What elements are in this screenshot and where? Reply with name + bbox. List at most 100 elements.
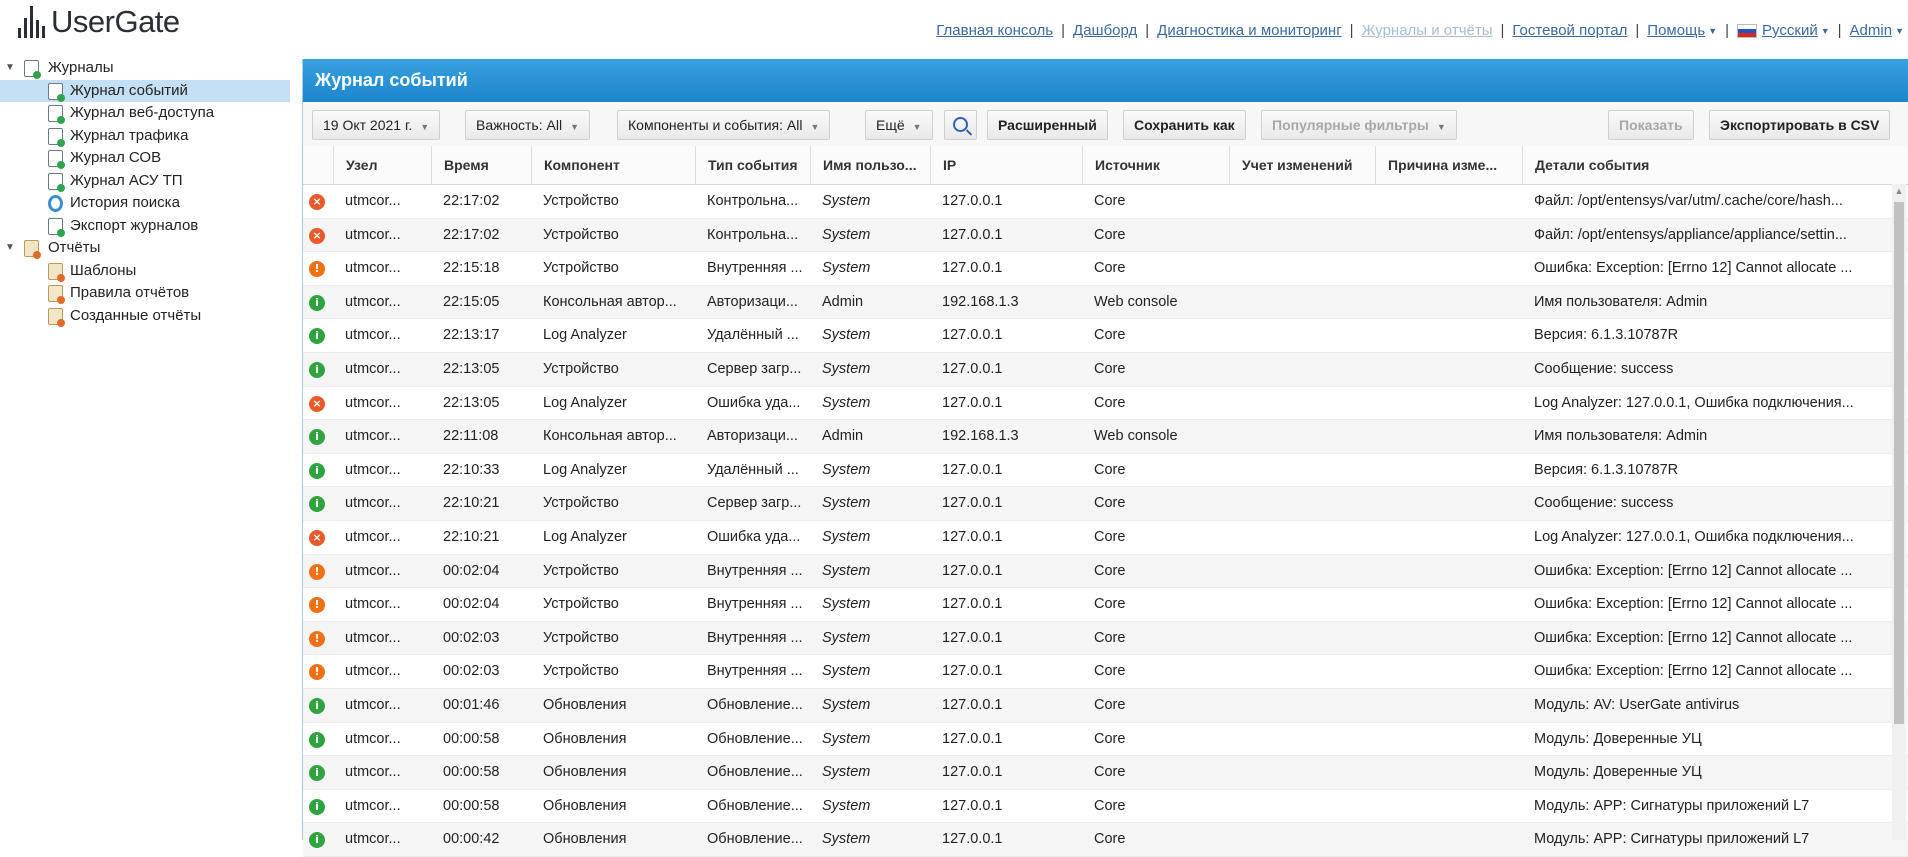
more-filters-button[interactable]: Ещё ▼ [865,110,933,140]
cell-source: Core [1094,629,1126,646]
sidebar-item-ids-log[interactable]: Журнал СОВ [0,147,290,170]
column-header[interactable]: Причина изме... [1375,146,1522,184]
table-row[interactable]: × utmcor... 22:10:21 Log Analyzer Ошибка уда… [303,521,1908,555]
table-row[interactable]: ! utmcor... 00:02:03 Устройство Внутренняя .… [303,655,1908,689]
table-row[interactable]: i utmcor... 00:00:58 Обновления Обновление..… [303,723,1908,757]
table-row[interactable]: i utmcor... 22:13:17 Log Analyzer Удалённый … [303,319,1908,353]
cell-source: Core [1094,696,1126,713]
advanced-button[interactable]: Расширенный [987,110,1108,140]
popular-filters-dropdown[interactable]: Популярные фильтры ▼ [1261,110,1457,140]
table-row[interactable]: i utmcor... 00:00:58 Обновления Обновление..… [303,756,1908,790]
column-header[interactable]: Учет изменений [1229,146,1375,184]
error-status-icon: × [309,227,325,244]
expand-triangle-icon[interactable]: ▼ [5,237,15,260]
table-row[interactable]: i utmcor... 22:15:05 Консольная автор... Авт… [303,285,1908,320]
table-row[interactable]: i utmcor... 22:11:08 Консольная автор... Авт… [303,420,1908,454]
vertical-scrollbar[interactable]: ▲ [1892,184,1906,840]
column-header[interactable]: Тип события [695,146,810,184]
table-row[interactable]: i utmcor... 22:10:33 Log Analyzer Удалённый … [303,454,1908,488]
table-row[interactable]: × utmcor... 22:13:05 Log Analyzer Ошибка уда… [303,387,1908,421]
sidebar-item-report-rules[interactable]: Правила отчётов [0,282,290,305]
sidebar-item-label: Журнал трафика [70,126,189,144]
cell-node: utmcor... [345,596,401,613]
column-header[interactable]: Источник [1082,146,1229,184]
cell-details: Log Analyzer: 127.0.0.1, Ошибка подключе… [1534,528,1854,545]
search-button[interactable] [944,110,977,140]
header-severity[interactable] [303,146,333,184]
cell-details: Модуль: Доверенные УЦ [1534,764,1702,781]
expand-triangle-icon[interactable]: ▼ [5,57,15,80]
table-row[interactable]: ! utmcor... 00:02:04 Устройство Внутренняя .… [303,588,1908,622]
nav-link-4[interactable]: Гостевой портал [1512,22,1627,39]
cell-source: Core [1094,394,1126,411]
tree-group-1[interactable]: ▼ Отчёты [0,237,290,260]
tree-group-label: Журналы [48,59,114,76]
nav-link-5[interactable]: Помощь [1647,22,1705,39]
chevron-down-icon[interactable]: ▼ [1895,26,1904,36]
sidebar-item-created-reports[interactable]: Созданные отчёты [0,305,290,328]
info-status-icon: i [309,462,325,479]
table-row[interactable]: i utmcor... 00:00:58 Обновления Обновление..… [303,790,1908,824]
nav-link-1[interactable]: Дашборд [1073,22,1137,39]
sidebar-item-search-history[interactable]: История поиска [0,192,290,215]
toolbar: 19 Окт 2021 г. ▼ Важность: All ▼ Компонент… [303,102,1908,147]
nav-link-7[interactable]: Admin [1850,22,1893,39]
search-history-icon [48,195,63,212]
event-log-icon [48,82,65,102]
column-header[interactable]: Узел [333,146,431,184]
sidebar-item-traffic-log[interactable]: Журнал трафика [0,125,290,148]
nav-link-0[interactable]: Главная консоль [936,22,1053,39]
tree-group-0[interactable]: ▼ Журналы [0,57,290,80]
cell-type: Контрольна... [707,226,799,243]
cell-component: Устройство [543,663,619,680]
sidebar-item-web-access-log[interactable]: Журнал веб-доступа [0,102,290,125]
usergate-logo: UserGate [18,2,180,42]
cell-source: Web console [1094,428,1178,445]
cell-node: utmcor... [345,764,401,781]
table-row[interactable]: × utmcor... 22:17:02 Устройство Контрольна..… [303,218,1908,253]
column-header[interactable]: Время [431,146,531,184]
table-row[interactable]: i utmcor... 22:10:21 Устройство Сервер загр.… [303,487,1908,521]
cell-component: Консольная автор... [543,428,677,445]
date-picker[interactable]: 19 Окт 2021 г. ▼ [312,110,441,140]
cell-node: utmcor... [345,293,401,310]
table-row[interactable]: i utmcor... 22:13:05 Устройство Сервер загр.… [303,352,1908,387]
cell-source: Core [1094,730,1126,747]
nav-link-2[interactable]: Диагностика и мониторинг [1157,22,1342,39]
column-header[interactable]: Компонент [531,146,695,184]
traffic-log-icon [48,127,65,147]
column-header[interactable]: Детали события [1522,146,1888,184]
show-button[interactable]: Показать [1608,110,1694,140]
sidebar-item-scada-log[interactable]: Журнал АСУ ТП [0,170,290,193]
table-row[interactable]: × utmcor... 22:17:02 Устройство Контрольна..… [303,185,1908,219]
cell-user: System [822,360,871,377]
table-row[interactable]: i utmcor... 00:00:42 Обновления Обновление..… [303,823,1908,857]
scroll-up-icon[interactable]: ▲ [1892,186,1906,196]
nav-link-6[interactable]: Русский [1762,22,1818,39]
table-row[interactable]: i utmcor... 00:01:46 Обновления Обновление..… [303,688,1908,723]
sidebar-item-templates[interactable]: Шаблоны [0,260,290,283]
cell-ip: 127.0.0.1 [942,495,1003,512]
sidebar-item-label: Журнал веб-доступа [70,104,215,121]
cell-ip: 127.0.0.1 [942,528,1003,545]
components-filter[interactable]: Компоненты и события: All ▼ [617,110,831,140]
chevron-down-icon[interactable]: ▼ [1821,26,1830,36]
cell-user: System [822,495,871,512]
scrollbar-thumb[interactable] [1894,202,1904,724]
sidebar-tree: ▼ Журналы Журнал событий Журнал веб-доступа… [0,57,290,327]
table-row[interactable]: ! utmcor... 22:15:18 Устройство Внутренняя .… [303,252,1908,286]
severity-filter[interactable]: Важность: All ▼ [465,110,590,140]
table-row[interactable]: ! utmcor... 00:02:04 Устройство Внутренняя .… [303,554,1908,589]
sidebar-item-event-log[interactable]: Журнал событий [0,79,290,102]
chevron-down-icon[interactable]: ▼ [1708,26,1717,36]
export-csv-button[interactable]: Экспортировать в CSV [1709,110,1891,140]
column-header[interactable]: Имя пользо... [810,146,930,184]
column-header[interactable]: IP [930,146,1082,184]
cell-details: Модуль: AV: UserGate antivirus [1534,696,1740,713]
save-as-button[interactable]: Сохранить как [1123,110,1246,140]
table-row[interactable]: ! utmcor... 00:02:03 Устройство Внутренняя .… [303,621,1908,656]
cell-time: 00:00:58 [443,764,500,781]
sidebar-item-log-export[interactable]: Экспорт журналов [0,215,290,238]
nav-separator: | [1635,22,1640,39]
info-status-icon: i [309,832,325,849]
